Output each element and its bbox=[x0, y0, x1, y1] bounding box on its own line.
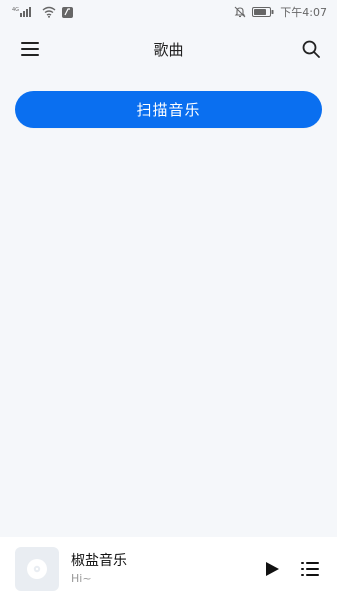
status-right: 下午4:07 bbox=[234, 6, 327, 18]
scan-music-button[interactable]: 扫描音乐 bbox=[15, 91, 322, 128]
signal-label: 4G bbox=[12, 7, 19, 13]
player-controls bbox=[260, 557, 322, 581]
track-title: 椒盐音乐 bbox=[71, 552, 127, 569]
album-art[interactable] bbox=[15, 546, 59, 591]
signal-icon: 4G bbox=[12, 6, 36, 18]
battery-icon bbox=[252, 6, 274, 18]
scan-music-label: 扫描音乐 bbox=[136, 101, 201, 119]
status-time: 下午4:07 bbox=[280, 5, 327, 19]
wifi-icon bbox=[42, 6, 56, 18]
page-title: 歌曲 bbox=[153, 40, 184, 59]
notification-icon bbox=[62, 6, 73, 18]
mute-icon bbox=[234, 6, 246, 18]
play-icon[interactable] bbox=[260, 557, 284, 581]
status-bar: 4G 下午4:07 bbox=[0, 0, 337, 24]
status-left: 4G bbox=[12, 6, 73, 18]
track-info[interactable]: 椒盐音乐 Hi~ bbox=[71, 552, 260, 586]
album-placeholder-icon bbox=[27, 558, 47, 579]
track-subtitle: Hi~ bbox=[71, 571, 92, 585]
playlist-icon[interactable] bbox=[298, 557, 322, 581]
header: 歌曲 bbox=[0, 24, 337, 74]
mini-player[interactable]: 椒盐音乐 Hi~ bbox=[0, 537, 337, 600]
menu-icon[interactable] bbox=[18, 37, 42, 61]
search-icon[interactable] bbox=[299, 37, 323, 61]
